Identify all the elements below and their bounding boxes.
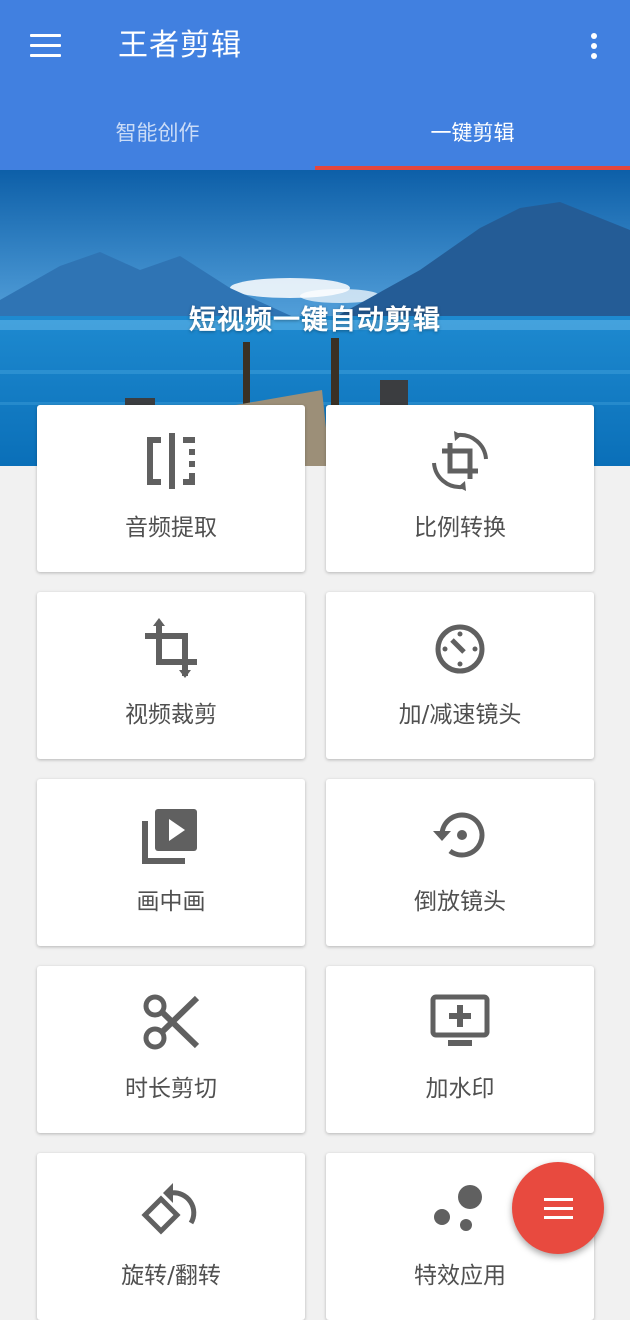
scissors-icon [143,994,200,1050]
tool-card-video-crop[interactable]: 视频裁剪 [37,592,305,759]
tool-label: 特效应用 [414,1263,506,1289]
tool-label: 比例转换 [414,515,506,541]
bubbles-effect-icon [434,1185,482,1231]
tool-label: 视频裁剪 [125,702,217,728]
tool-label: 画中画 [136,889,206,915]
floating-menu-button[interactable] [512,1162,604,1254]
tool-label: 时长剪切 [125,1076,217,1102]
tool-label: 旋转/翻转 [121,1263,221,1289]
tool-card-aspect-ratio[interactable]: 比例转换 [326,405,594,572]
menu-lines-icon-line [544,1207,573,1210]
audio-extract-icon [147,433,195,489]
add-to-screen-icon [430,994,490,1046]
tool-card-speed[interactable]: 加/减速镜头 [326,592,594,759]
reverse-restore-icon [433,812,485,858]
tool-label: 加/减速镜头 [398,702,522,728]
menu-lines-icon-line [544,1216,573,1219]
picture-in-picture-play-icon [142,809,197,864]
tool-card-audio-extract[interactable]: 音频提取 [37,405,305,572]
tool-card-reverse[interactable]: 倒放镜头 [326,779,594,946]
tool-card-rotate-flip[interactable]: 旋转/翻转 [37,1153,305,1320]
aspect-ratio-crop-rotate-icon [432,431,488,491]
speed-timer-icon [435,624,485,674]
menu-lines-icon [544,1198,573,1201]
tool-grid: 音频提取 比例转换 视频裁剪 加/减速镜头 画中画 倒放镜头 时长剪切 加水印 … [0,0,630,1320]
tool-card-trim[interactable]: 时长剪切 [37,966,305,1133]
tool-label: 音频提取 [125,515,217,541]
tool-label: 加水印 [425,1076,495,1102]
rotate-flip-icon [141,1183,197,1235]
tool-card-watermark[interactable]: 加水印 [326,966,594,1133]
tool-card-picture-in-picture[interactable]: 画中画 [37,779,305,946]
tool-label: 倒放镜头 [414,889,506,915]
crop-icon [145,618,197,678]
